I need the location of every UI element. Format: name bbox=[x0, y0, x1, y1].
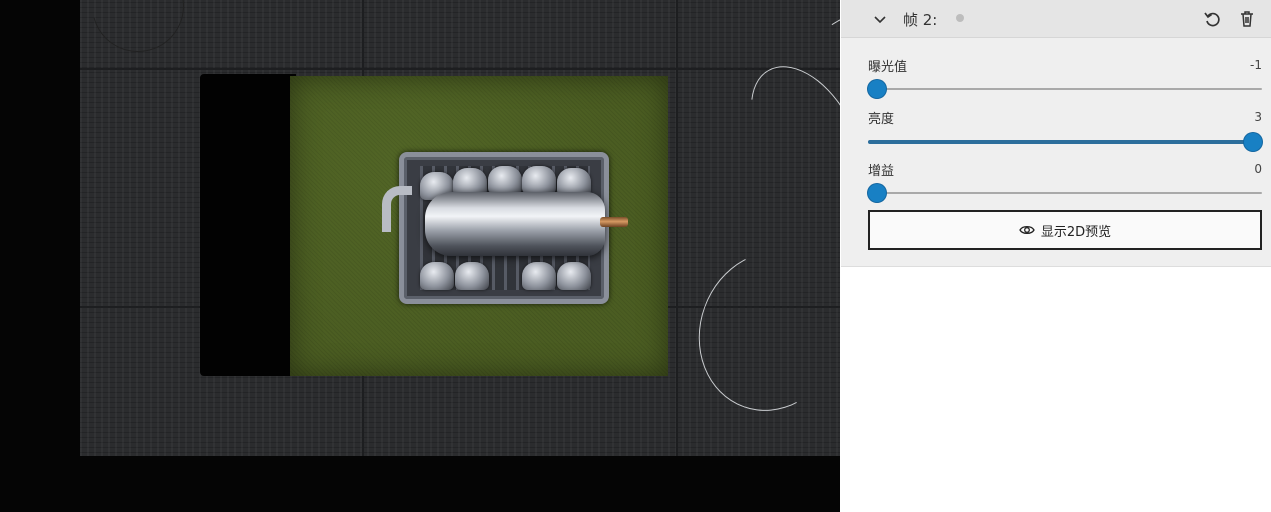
board-shadow bbox=[200, 74, 296, 376]
slider-thumb[interactable] bbox=[868, 80, 886, 98]
gain-slider[interactable] bbox=[868, 184, 1262, 202]
gain-value: 0 bbox=[1254, 162, 1262, 176]
viewport-dark-edge bbox=[0, 0, 82, 512]
camera-viewport[interactable] bbox=[0, 0, 840, 512]
gain-label: 增益 bbox=[868, 164, 895, 179]
pipe-elbow bbox=[455, 262, 489, 290]
slider-thumb[interactable] bbox=[868, 184, 886, 202]
trash-icon[interactable] bbox=[1237, 9, 1257, 29]
exposure-slider[interactable] bbox=[868, 80, 1262, 98]
viewport-dark-bottom bbox=[0, 456, 840, 512]
panel-empty-area bbox=[841, 267, 1271, 512]
frame-title: 帧 2: bbox=[903, 11, 938, 29]
status-dot bbox=[956, 14, 964, 22]
bent-pipe bbox=[382, 186, 412, 232]
copper-nozzle bbox=[600, 217, 628, 227]
slider-thumb[interactable] bbox=[1244, 133, 1262, 151]
carpet-seam bbox=[80, 68, 840, 70]
brightness-value: 3 bbox=[1254, 110, 1262, 124]
brightness-label: 亮度 bbox=[868, 112, 895, 127]
eye-icon bbox=[1019, 222, 1035, 238]
frame-header: 帧 2: bbox=[841, 0, 1271, 38]
slider-fill bbox=[868, 140, 1253, 144]
exposure-value: -1 bbox=[1250, 58, 1262, 72]
pipe-elbow bbox=[522, 262, 556, 290]
slider-track bbox=[868, 88, 1262, 90]
reset-icon[interactable] bbox=[1202, 9, 1222, 29]
pipe-elbow bbox=[522, 166, 556, 194]
chevron-down-icon[interactable] bbox=[873, 11, 887, 25]
metal-cylinder-part bbox=[425, 192, 605, 256]
frame-settings-panel: 帧 2: 曝光值 -1 亮度 3 增益 0 显示2D预览 bbox=[841, 0, 1271, 267]
pipe-elbow bbox=[557, 262, 591, 290]
pipe-elbow bbox=[488, 166, 522, 194]
carpet-seam bbox=[676, 0, 678, 458]
slider-track bbox=[868, 192, 1262, 194]
preview-button-label: 显示2D预览 bbox=[1040, 224, 1112, 240]
pipe-elbow bbox=[420, 262, 454, 290]
brightness-slider[interactable] bbox=[868, 133, 1262, 151]
show-2d-preview-button[interactable]: 显示2D预览 bbox=[868, 210, 1262, 250]
exposure-label: 曝光值 bbox=[868, 60, 908, 75]
